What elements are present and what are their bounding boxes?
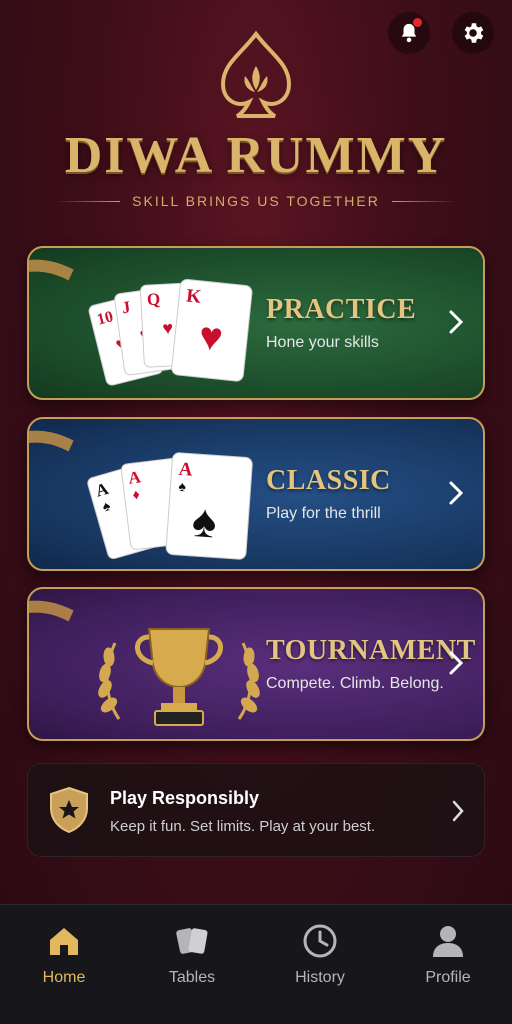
nav-item-tables[interactable]: Tables xyxy=(128,905,256,1024)
responsible-title: Play Responsibly xyxy=(110,788,260,808)
chevron-right-icon xyxy=(449,481,464,505)
home-icon xyxy=(50,928,78,955)
nav-item-profile[interactable]: Profile xyxy=(384,905,512,1024)
notification-dot xyxy=(413,18,422,27)
chevron-right-icon xyxy=(449,651,464,675)
chevron-right-icon xyxy=(452,800,464,822)
nav-item-history[interactable]: History xyxy=(256,905,384,1024)
clock-icon xyxy=(303,924,337,958)
nav-item-home[interactable]: Home xyxy=(0,905,128,1024)
bottom-navigation: Home Tables History Profile xyxy=(0,904,512,1024)
tagline-divider-right xyxy=(391,200,456,202)
mode-title: TOURNAMENT xyxy=(266,635,476,666)
tagline-row: SKILL BRINGS US TOGETHER xyxy=(0,193,512,209)
responsible-subtitle: Keep it fun. Set limits. Play at your be… xyxy=(110,818,376,835)
laurel-left xyxy=(98,642,121,720)
playing-cards-art: 10 ♥ J ♥ Q ♥ K ♥ xyxy=(88,278,253,386)
logo: DIWA RUMMY SKILL BRINGS US TOGETHER xyxy=(0,30,512,209)
classic-mode-card[interactable]: A ♠ A ♦ A ♠ ♠ CLASSIC Play for the thril… xyxy=(27,417,485,571)
mode-subtitle: Play for the thrill xyxy=(266,505,381,522)
playing-cards-aces-art: A ♠ A ♦ A ♠ ♠ xyxy=(87,452,253,560)
app-title: DIWA RUMMY xyxy=(64,127,448,184)
svg-text:Q: Q xyxy=(146,289,160,309)
nav-label: History xyxy=(295,969,345,986)
chevron-right-icon xyxy=(449,310,464,334)
cards-icon xyxy=(176,928,208,954)
mode-subtitle: Hone your skills xyxy=(266,334,379,351)
nav-label: Home xyxy=(42,969,86,986)
tagline-divider-left xyxy=(56,200,121,202)
nav-label: Tables xyxy=(168,969,216,986)
trophy-art xyxy=(98,628,260,726)
shield-star-icon xyxy=(50,786,88,834)
user-icon xyxy=(433,926,463,957)
svg-text:♥: ♥ xyxy=(197,314,225,360)
mode-title: CLASSIC xyxy=(266,465,391,496)
tournament-mode-card[interactable]: TOURNAMENT Compete. Climb. Belong. xyxy=(27,587,485,741)
nav-label: Profile xyxy=(425,969,471,986)
laurel-right xyxy=(237,642,260,720)
mode-subtitle: Compete. Climb. Belong. xyxy=(266,675,444,692)
svg-text:K: K xyxy=(185,285,202,307)
mode-title: PRACTICE xyxy=(266,294,417,325)
play-responsibly-card[interactable]: Play Responsibly Keep it fun. Set limits… xyxy=(27,763,485,857)
practice-mode-card[interactable]: 10 ♥ J ♥ Q ♥ K ♥ PRACTICE Hone your skil… xyxy=(27,246,485,400)
svg-text:♠: ♠ xyxy=(190,494,218,548)
tagline: SKILL BRINGS US TOGETHER xyxy=(132,193,380,209)
svg-text:♥: ♥ xyxy=(162,318,174,339)
spade-lotus-logo xyxy=(220,30,292,118)
